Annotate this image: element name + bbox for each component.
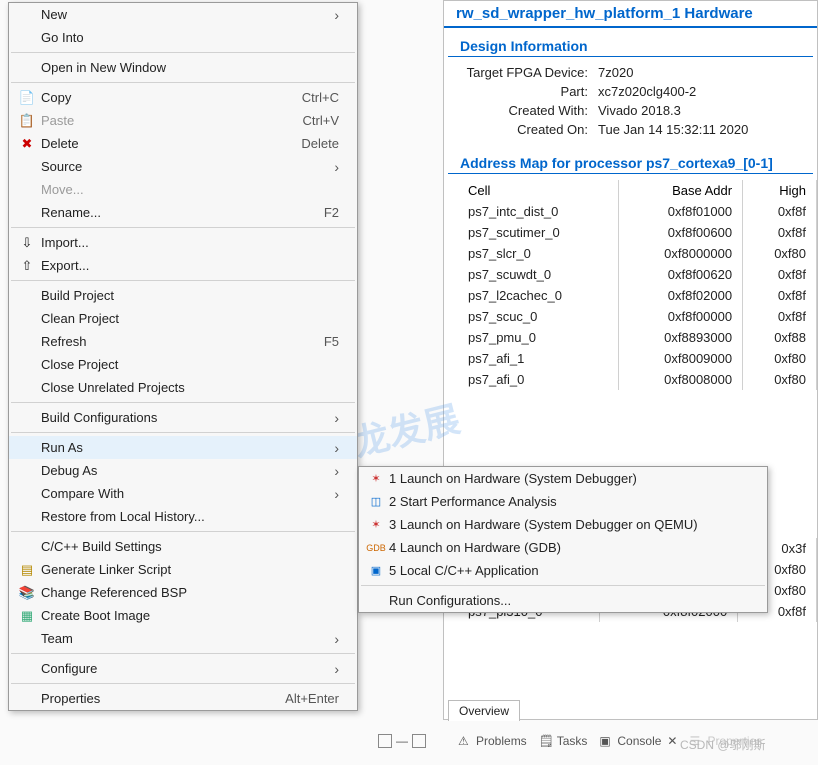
menu-compare-with[interactable]: Compare With [9, 482, 357, 505]
tab-tasks[interactable]: 🗒Tasks [539, 734, 588, 748]
run-as-submenu: ✶1 Launch on Hardware (System Debugger) … [358, 466, 768, 613]
menu-source[interactable]: Source [9, 155, 357, 178]
submenu-local-c-app[interactable]: ▣5 Local C/C++ Application [359, 559, 767, 582]
bsp-icon: 📚 [13, 585, 41, 601]
info-val-created-on: Tue Jan 14 15:32:11 2020 [598, 122, 803, 137]
hardware-title: rw_sd_wrapper_hw_platform_1 Hardware [444, 1, 817, 28]
menu-open-new-window[interactable]: Open in New Window [9, 56, 357, 79]
menu-import[interactable]: ⇩Import... [9, 231, 357, 254]
tasks-icon: 🗒 [539, 734, 553, 748]
delete-icon: ✖ [13, 136, 41, 152]
table-row[interactable]: ps7_slcr_00xf80000000xf80 [458, 243, 817, 264]
menu-close-unrelated[interactable]: Close Unrelated Projects [9, 376, 357, 399]
info-val-fpga: 7z020 [598, 65, 803, 80]
submenu-start-perf[interactable]: ◫2 Start Performance Analysis [359, 490, 767, 513]
gdb-icon: GDB [363, 543, 389, 553]
import-icon: ⇩ [13, 235, 41, 251]
tcf-icon: ✶ [363, 518, 389, 531]
paste-icon: 📋 [13, 113, 41, 129]
submenu-launch-sysdbg[interactable]: ✶1 Launch on Hardware (System Debugger) [359, 467, 767, 490]
col-base: Base Addr [618, 180, 742, 201]
menu-c-build-settings[interactable]: C/C++ Build Settings [9, 535, 357, 558]
csdn-watermark: CSDN @邬刚斯 [680, 736, 766, 753]
table-row[interactable]: ps7_scuc_00xf8f000000xf8f [458, 306, 817, 327]
table-row[interactable]: ps7_scuwdt_00xf8f006200xf8f [458, 264, 817, 285]
submenu-launch-gdb[interactable]: GDB4 Launch on Hardware (GDB) [359, 536, 767, 559]
tab-console[interactable]: ▣Console✕ [599, 734, 677, 748]
menu-build-project[interactable]: Build Project [9, 284, 357, 307]
perf-icon: ◫ [363, 495, 389, 508]
menu-debug-as[interactable]: Debug As [9, 459, 357, 482]
tab-overview[interactable]: Overview [448, 700, 520, 721]
context-menu: New Go Into Open in New Window 📄CopyCtrl… [8, 2, 358, 711]
menu-copy[interactable]: 📄CopyCtrl+C [9, 86, 357, 109]
menu-export[interactable]: ⇧Export... [9, 254, 357, 277]
menu-clean-project[interactable]: Clean Project [9, 307, 357, 330]
boot-icon: ▦ [13, 608, 41, 624]
menu-new[interactable]: New [9, 3, 357, 26]
export-icon: ⇧ [13, 258, 41, 274]
close-icon[interactable]: ✕ [667, 734, 677, 748]
menu-restore-history[interactable]: Restore from Local History... [9, 505, 357, 528]
table-row[interactable]: ps7_intc_dist_00xf8f010000xf8f [458, 201, 817, 222]
menu-rename[interactable]: Rename...F2 [9, 201, 357, 224]
linker-icon: ▤ [13, 562, 41, 578]
menu-properties[interactable]: PropertiesAlt+Enter [9, 687, 357, 710]
tab-problems[interactable]: ⚠Problems [458, 734, 527, 748]
menu-refresh[interactable]: RefreshF5 [9, 330, 357, 353]
menu-move: Move... [9, 178, 357, 201]
info-key-created-on: Created On: [458, 122, 598, 137]
copy-icon: 📄 [13, 90, 41, 106]
c-app-icon: ▣ [363, 564, 389, 577]
table-row[interactable]: ps7_pmu_00xf88930000xf88 [458, 327, 817, 348]
menu-create-boot-image[interactable]: ▦Create Boot Image [9, 604, 357, 627]
info-key-created-with: Created With: [458, 103, 598, 118]
design-info-heading: Design Information [448, 36, 813, 57]
menu-generate-linker[interactable]: ▤Generate Linker Script [9, 558, 357, 581]
min-icon[interactable] [378, 734, 392, 748]
console-icon: ▣ [599, 734, 613, 748]
menu-close-project[interactable]: Close Project [9, 353, 357, 376]
dash-icon[interactable]: — [396, 734, 408, 748]
menu-paste: 📋PasteCtrl+V [9, 109, 357, 132]
submenu-run-configurations[interactable]: Run Configurations... [359, 589, 767, 612]
menu-build-configurations[interactable]: Build Configurations [9, 406, 357, 429]
col-cell: Cell [458, 180, 618, 201]
address-map-heading: Address Map for processor ps7_cortexa9_[… [448, 153, 813, 174]
menu-go-into[interactable]: Go Into [9, 26, 357, 49]
design-info-grid: Target FPGA Device: 7z020 Part: xc7z020c… [444, 63, 817, 147]
menu-configure[interactable]: Configure [9, 657, 357, 680]
info-val-part: xc7z020clg400-2 [598, 84, 803, 99]
menu-run-as[interactable]: Run As [9, 436, 357, 459]
problems-icon: ⚠ [458, 734, 472, 748]
table-row[interactable]: ps7_afi_00xf80080000xf80 [458, 369, 817, 390]
info-val-created-with: Vivado 2018.3 [598, 103, 803, 118]
menu-change-bsp[interactable]: 📚Change Referenced BSP [9, 581, 357, 604]
address-map-table: Cell Base Addr High ps7_intc_dist_00xf8f… [458, 180, 817, 390]
view-toolbar: — [378, 734, 426, 748]
info-key-part: Part: [458, 84, 598, 99]
table-row[interactable]: ps7_scutimer_00xf8f006000xf8f [458, 222, 817, 243]
table-row[interactable]: ps7_l2cachec_00xf8f020000xf8f [458, 285, 817, 306]
info-key-fpga: Target FPGA Device: [458, 65, 598, 80]
menu-delete[interactable]: ✖DeleteDelete [9, 132, 357, 155]
max-icon[interactable] [412, 734, 426, 748]
submenu-launch-qemu[interactable]: ✶3 Launch on Hardware (System Debugger o… [359, 513, 767, 536]
col-high: High [743, 180, 817, 201]
tcf-icon: ✶ [363, 472, 389, 485]
table-row[interactable]: ps7_afi_10xf80090000xf80 [458, 348, 817, 369]
menu-team[interactable]: Team [9, 627, 357, 650]
